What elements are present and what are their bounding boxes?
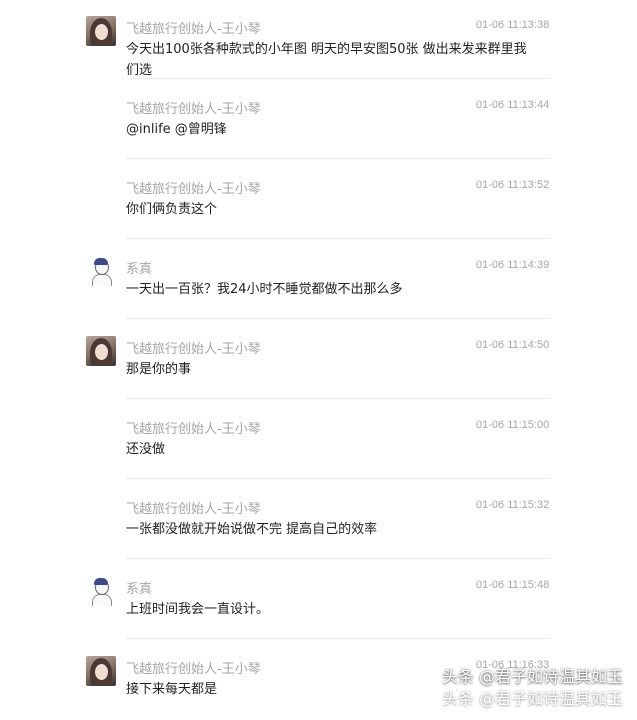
message-divider bbox=[126, 318, 551, 319]
message-divider bbox=[126, 558, 551, 559]
sender-name[interactable]: 飞越旅行创始人-王小琴 bbox=[126, 338, 261, 357]
chat-message: 飞越旅行创始人-王小琴 01-06 11:13:38 今天出100张各种款式的小年图… bbox=[0, 0, 637, 80]
avatar-sketch[interactable] bbox=[86, 576, 116, 606]
avatar-photo[interactable] bbox=[86, 656, 116, 686]
message-text: 今天出100张各种款式的小年图 明天的早安图50张 做出来发来群里我们选 bbox=[126, 42, 527, 78]
message-text: @inlife @曾明锋 bbox=[126, 122, 227, 137]
message-text: 那是你的事 bbox=[126, 362, 192, 377]
sender-name[interactable]: 飞越旅行创始人-王小琴 bbox=[126, 658, 261, 677]
watermark-line: 头条 @君子如诗温其如玉 bbox=[441, 667, 623, 686]
message-timestamp: 01-06 11:15:48 bbox=[476, 579, 550, 591]
message-text: 你们俩负责这个 bbox=[126, 202, 218, 217]
sender-name[interactable]: 飞越旅行创始人-王小琴 bbox=[126, 98, 261, 117]
sender-name[interactable]: 系真 bbox=[126, 258, 152, 277]
chat-message: 飞越旅行创始人-王小琴 01-06 11:14:50 那是你的事 bbox=[0, 320, 637, 400]
message-text: 上班时间我会一直设计。 bbox=[126, 602, 270, 617]
message-timestamp: 01-06 11:13:52 bbox=[476, 179, 550, 191]
chat-message: 飞越旅行创始人-王小琴 01-06 11:13:44 @inlife @曾明锋 bbox=[0, 80, 637, 160]
message-divider bbox=[126, 158, 551, 159]
watermark: 头条 @君子如诗温其如玉 头条 @君子如诗温其如玉 bbox=[442, 667, 623, 709]
avatar-photo[interactable] bbox=[86, 336, 116, 366]
message-text: 一张都没做就开始说做不完 提高自己的效率 bbox=[126, 522, 378, 537]
message-divider bbox=[126, 238, 551, 239]
message-divider bbox=[126, 398, 551, 399]
message-divider bbox=[126, 478, 551, 479]
avatar-sketch[interactable] bbox=[86, 256, 116, 286]
chat-message: 飞越旅行创始人-王小琴 01-06 11:13:52 你们俩负责这个 bbox=[0, 160, 637, 240]
sender-name[interactable]: 系真 bbox=[126, 578, 152, 597]
chat-message: 系真 01-06 11:14:39 一天出一百张？我24小时不睡觉都做不出那么多 bbox=[0, 240, 637, 320]
message-text: 一天出一百张？我24小时不睡觉都做不出那么多 bbox=[126, 282, 403, 297]
sender-name[interactable]: 飞越旅行创始人-王小琴 bbox=[126, 498, 261, 517]
message-timestamp: 01-06 11:13:38 bbox=[476, 19, 550, 31]
message-timestamp: 01-06 11:13:44 bbox=[476, 99, 550, 111]
message-text: 还没做 bbox=[126, 442, 166, 457]
message-divider bbox=[126, 78, 551, 79]
message-timestamp: 01-06 11:14:39 bbox=[476, 259, 550, 271]
message-timestamp: 01-06 11:15:32 bbox=[476, 499, 550, 511]
message-divider bbox=[126, 638, 551, 639]
sender-name[interactable]: 飞越旅行创始人-王小琴 bbox=[126, 418, 261, 437]
message-timestamp: 01-06 11:15:00 bbox=[476, 419, 550, 431]
chat-message: 系真 01-06 11:15:48 上班时间我会一直设计。 bbox=[0, 560, 637, 640]
avatar-photo[interactable] bbox=[86, 16, 116, 46]
watermark-line-faded: 头条 @君子如诗温其如玉 bbox=[441, 689, 623, 708]
sender-name[interactable]: 飞越旅行创始人-王小琴 bbox=[126, 18, 261, 37]
sender-name[interactable]: 飞越旅行创始人-王小琴 bbox=[126, 178, 261, 197]
message-timestamp: 01-06 11:14:50 bbox=[476, 339, 550, 351]
chat-message: 飞越旅行创始人-王小琴 01-06 11:15:00 还没做 bbox=[0, 400, 637, 480]
chat-message: 飞越旅行创始人-王小琴 01-06 11:15:32 一张都没做就开始说做不完 提高… bbox=[0, 480, 637, 560]
